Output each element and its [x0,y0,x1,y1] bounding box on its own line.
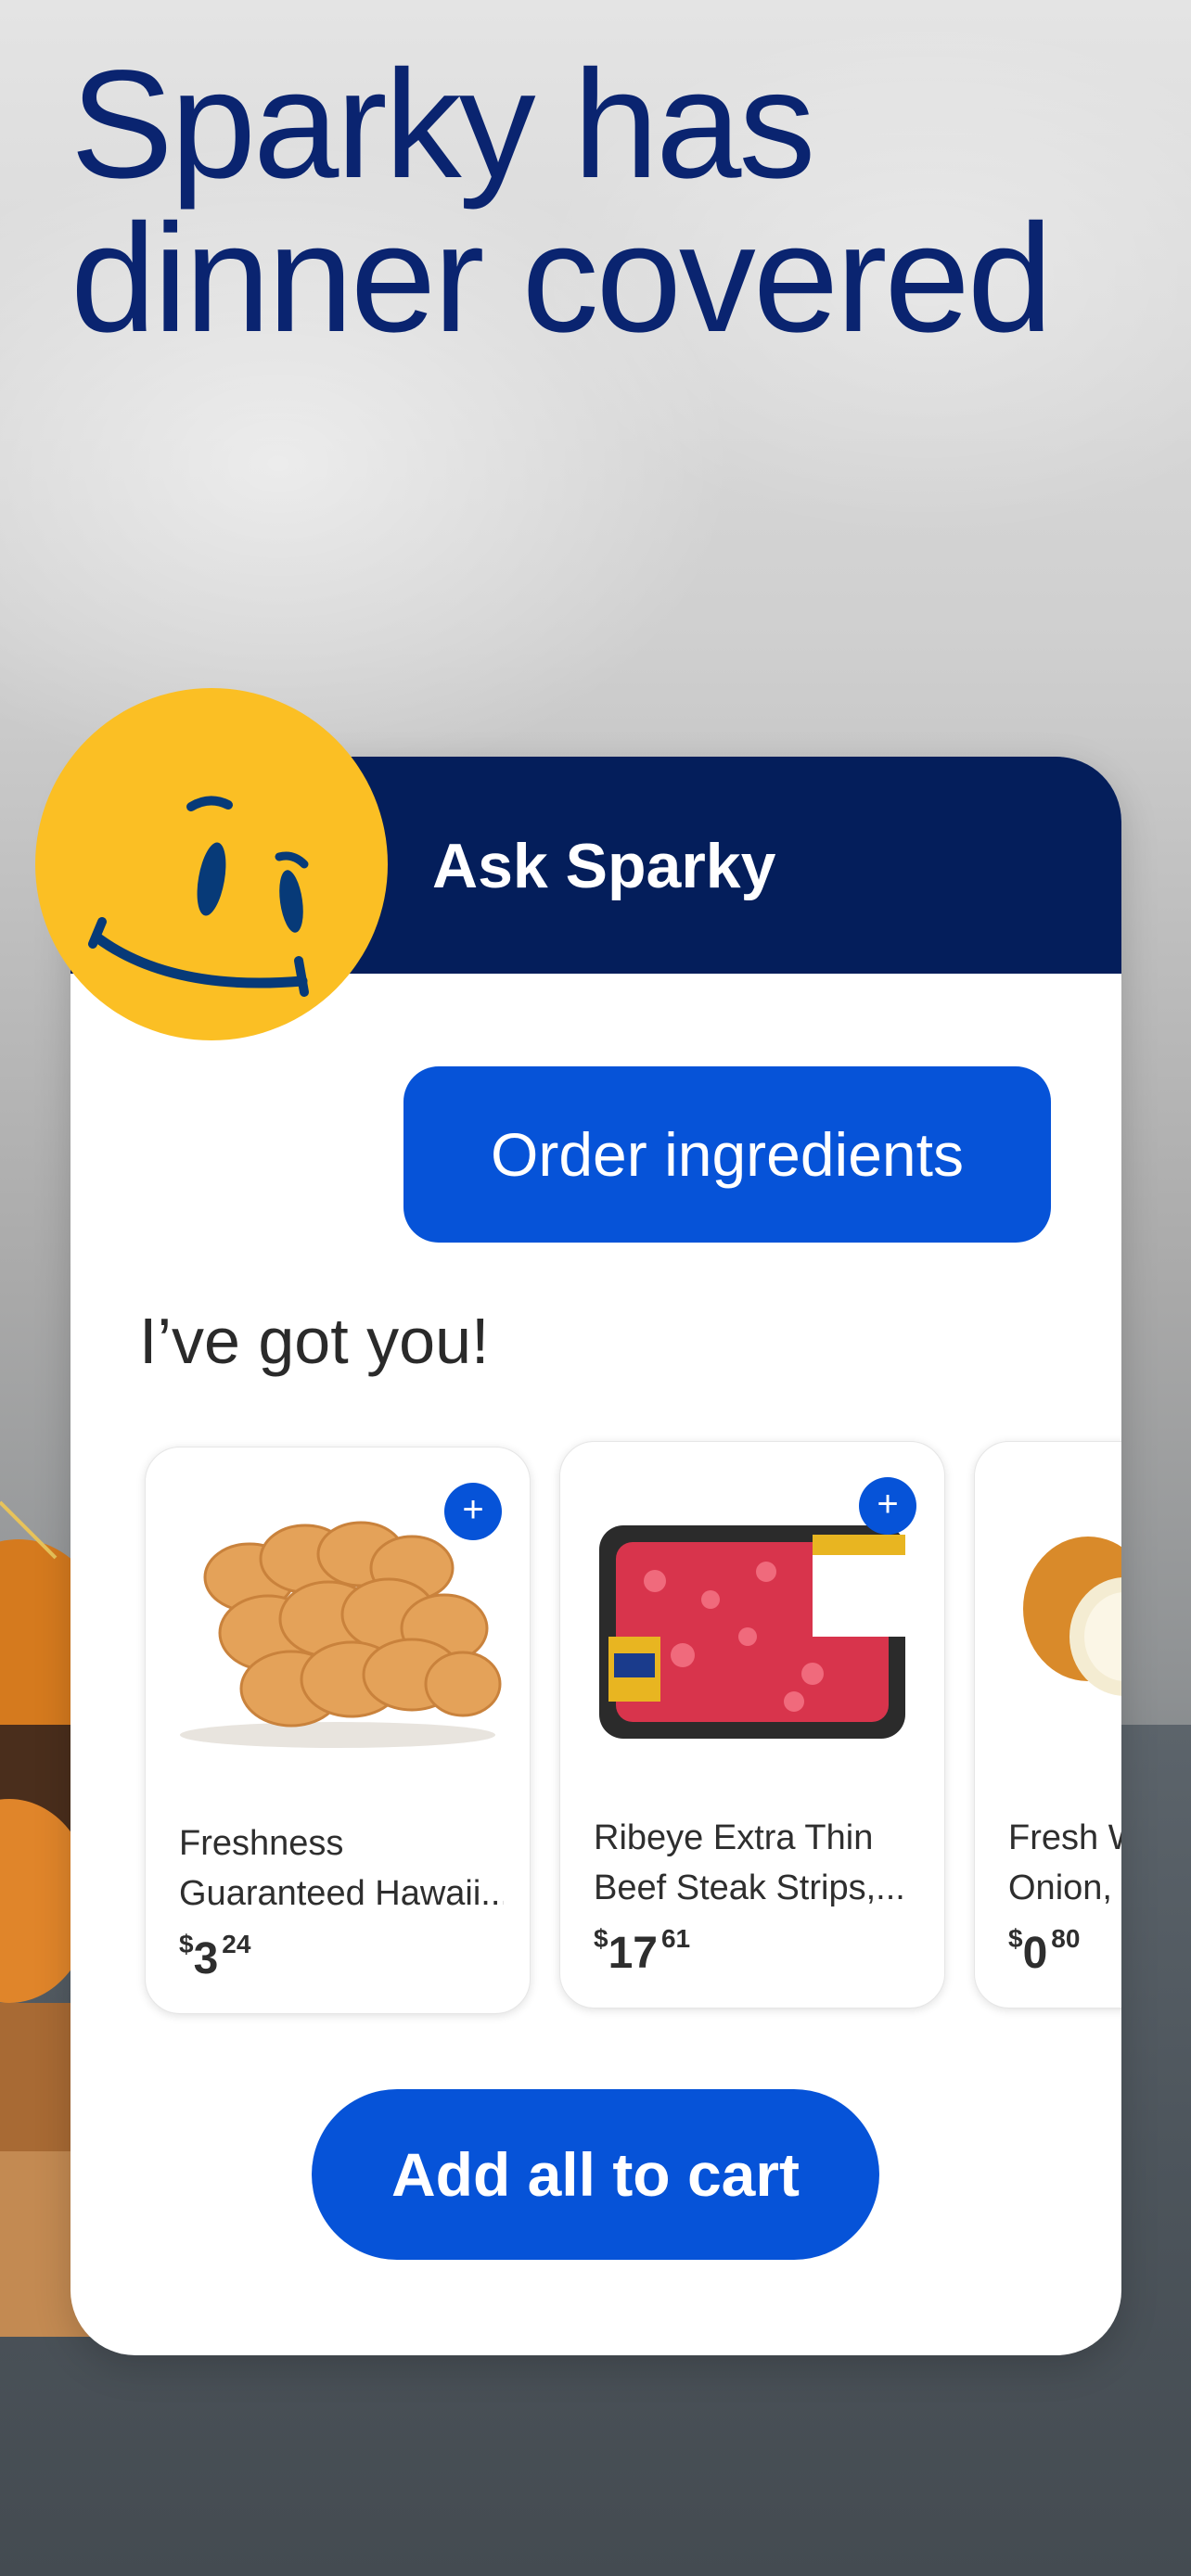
assistant-reply: I’ve got you! [139,1305,490,1377]
steak-strips-image [599,1525,905,1739]
product-name: Fresh White Onion, Each [1008,1818,1121,1907]
product-card[interactable]: + Fresh White Onion, Each $080 [974,1441,1121,2009]
product-price: $3 24 [179,1930,251,1983]
bread-rolls-image [180,1521,502,1748]
add-all-to-cart-button[interactable]: Add all to cart [312,2089,879,2260]
product-price: $0 80 [1008,1924,1081,1978]
add-item-button[interactable]: + [859,1477,916,1535]
add-item-button[interactable]: + [444,1483,502,1540]
onion-image [1023,1537,1121,1696]
user-message-bubble[interactable]: Order ingredients [403,1066,1051,1243]
product-name: Ribeye Extra Thin Beef Steak Strips,... [594,1818,905,1907]
product-name: Freshness Guaranteed Hawaii... [179,1824,504,1913]
product-price: $17 61 [594,1924,691,1978]
product-card[interactable]: + Ribeye Extra Thin Beef Steak Strips,..… [559,1441,945,2009]
page-headline: Sparky has dinner covered [70,39,1053,364]
sparky-smiley-icon [35,688,388,1040]
card-title: Ask Sparky [432,831,776,901]
product-card[interactable]: + Freshness Guaranteed Hawaii... $3 24 [145,1447,531,2014]
